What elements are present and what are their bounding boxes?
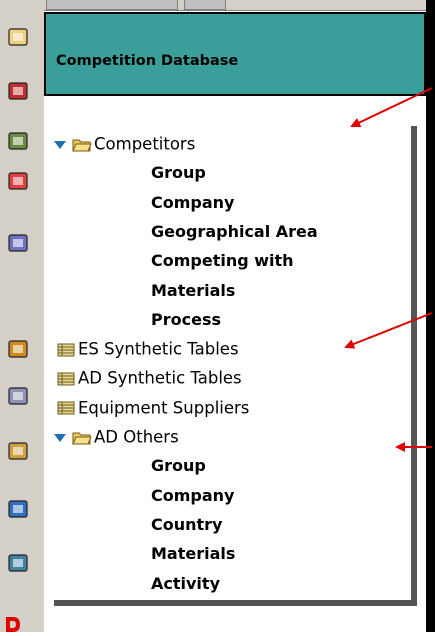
tree-item-label: AD Synthetic Tables	[78, 368, 242, 388]
tree-child-item[interactable]: Company	[151, 483, 234, 509]
tree-child-item[interactable]: Process	[151, 307, 221, 333]
expand-arrow-icon[interactable]	[54, 433, 66, 442]
tree-child-item[interactable]: Company	[151, 190, 234, 216]
tree-child-item[interactable]: Country	[151, 512, 222, 538]
top-strip	[44, 0, 435, 11]
tree-table[interactable]: Equipment Suppliers	[56, 395, 249, 421]
tree-folder[interactable]: AD Others	[54, 424, 179, 450]
header-panel: Competition Database	[44, 12, 426, 96]
cards-icon[interactable]	[6, 232, 32, 256]
tree-table[interactable]: AD Synthetic Tables	[56, 365, 242, 391]
envelope-icon[interactable]	[6, 26, 32, 50]
table-icon	[56, 342, 76, 358]
top-tab[interactable]	[184, 0, 226, 10]
star-folder-icon[interactable]	[6, 338, 32, 362]
tree-panel: Competitors Group Company Geographical Area…	[46, 118, 411, 600]
tree-item-label: ES Synthetic Tables	[78, 339, 239, 359]
panel-shadow	[410, 126, 417, 606]
top-tab[interactable]	[46, 0, 178, 10]
folder-icon[interactable]	[6, 440, 32, 464]
checklist-icon[interactable]	[6, 170, 32, 194]
blue-folder-icon[interactable]	[6, 498, 32, 522]
tree-table[interactable]: ES Synthetic Tables	[56, 336, 239, 362]
table-icon	[56, 400, 76, 416]
tree-item-label: Competitors	[94, 134, 196, 154]
tree-child-item[interactable]: Geographical Area	[151, 219, 318, 245]
tree-child-item[interactable]: Materials	[151, 541, 235, 567]
tree-child-item[interactable]: Group	[151, 453, 206, 479]
expand-arrow-icon[interactable]	[54, 140, 66, 149]
left-toolbar	[0, 0, 44, 632]
page-title: Competition Database	[56, 53, 239, 69]
folder-open-icon	[72, 137, 92, 153]
calendar-icon[interactable]	[6, 80, 32, 104]
globe-folder-icon[interactable]	[6, 552, 32, 576]
red-d-icon[interactable]	[4, 617, 22, 632]
phone-book-icon[interactable]	[6, 130, 32, 154]
folder-open-icon	[72, 430, 92, 446]
tree-child-item[interactable]: Activity	[151, 571, 220, 597]
table-icon	[56, 371, 76, 387]
right-border	[426, 0, 435, 632]
tree-child-item[interactable]: Competing with	[151, 248, 294, 274]
tree-item-label: Equipment Suppliers	[78, 398, 250, 418]
files-icon[interactable]	[6, 385, 32, 409]
panel-shadow	[54, 599, 417, 606]
tree-child-item[interactable]: Group	[151, 160, 206, 186]
tree-child-item[interactable]: Materials	[151, 278, 235, 304]
tree-item-label: AD Others	[94, 427, 179, 447]
tree-folder[interactable]: Competitors	[54, 131, 195, 157]
